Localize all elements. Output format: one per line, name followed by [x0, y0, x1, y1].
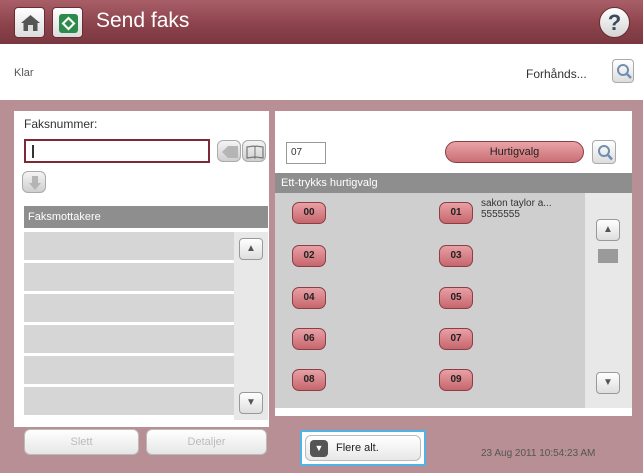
help-icon: ? — [607, 10, 622, 35]
speed-dial-grid: 00 01 sakon taylor a... 5555555 02 03 04… — [275, 193, 585, 408]
more-options-label: Flere alt. — [336, 442, 379, 454]
recipient-row[interactable] — [24, 387, 236, 415]
preview-label[interactable]: Forhånds... — [526, 67, 587, 81]
date-time: 23 Aug 2011 10:54:23 AM — [481, 448, 596, 459]
more-options-inner[interactable]: ▼ Flere alt. — [305, 435, 421, 461]
speed-dial-button[interactable]: Hurtigvalg — [445, 141, 584, 163]
chevron-down-icon: ▼ — [603, 377, 613, 388]
preview-button[interactable] — [612, 59, 634, 83]
title-bar: Send faks ? — [0, 0, 643, 44]
speed-dial-number-input[interactable]: 07 — [286, 142, 326, 164]
fax-number-label: Faksnummer: — [24, 117, 98, 131]
more-options-button[interactable]: ▼ Flere alt. — [300, 430, 426, 466]
one-touch-header: Ett-trykks hurtigvalg — [275, 173, 632, 193]
add-recipient-button[interactable] — [22, 171, 46, 193]
home-icon — [21, 15, 40, 31]
recipient-row[interactable] — [24, 263, 236, 291]
magnifier-icon — [598, 145, 613, 161]
speed-dial-scrollbar[interactable]: ▲ ▼ — [585, 193, 632, 408]
speed-dial-panel: 07 Hurtigvalg Ett-trykks hurtigvalg 00 0… — [275, 111, 632, 416]
chevron-up-icon: ▲ — [603, 224, 613, 235]
recipient-row[interactable] — [24, 294, 236, 322]
chevron-up-icon: ▲ — [246, 243, 256, 254]
recipient-row[interactable] — [24, 325, 236, 353]
recipients-scrollbar[interactable]: ▲ ▼ — [234, 232, 268, 420]
book-icon — [246, 145, 264, 159]
fax-number-input[interactable] — [24, 139, 210, 163]
help-button[interactable]: ? — [599, 7, 630, 38]
delete-button[interactable]: Slett — [24, 429, 139, 455]
speed-dial-key[interactable]: 05 — [439, 287, 473, 309]
phonebook-button[interactable] — [242, 140, 266, 162]
screen: Send faks ? Klar Forhånds... Faksnummer: — [0, 0, 643, 473]
backspace-icon — [222, 146, 238, 158]
details-button[interactable]: Detaljer — [146, 429, 267, 455]
status-text: Klar — [14, 67, 34, 79]
speed-dial-name: sakon taylor a... — [481, 198, 552, 209]
fax-number-panel: Faksnummer: Faksmottakere ▲ ▼ Slett Deta… — [14, 111, 269, 455]
scroll-down-button[interactable]: ▼ — [239, 392, 263, 414]
page-title: Send faks — [96, 9, 190, 32]
speed-dial-key[interactable]: 04 — [292, 287, 326, 309]
scroll-up-button[interactable]: ▲ — [596, 219, 620, 241]
home-button[interactable] — [14, 7, 45, 38]
speed-dial-key[interactable]: 00 — [292, 202, 326, 224]
recipients-header: Faksmottakere — [24, 206, 268, 228]
scroll-down-button[interactable]: ▼ — [596, 372, 620, 394]
backspace-button[interactable] — [217, 140, 241, 162]
send-fax-icon — [59, 14, 78, 33]
speed-dial-key[interactable]: 09 — [439, 369, 473, 391]
speed-dial-search-button[interactable] — [592, 140, 616, 164]
speed-dial-key[interactable]: 07 — [439, 328, 473, 350]
recipient-row[interactable] — [24, 232, 236, 260]
down-arrow-icon — [29, 176, 41, 190]
recipient-row[interactable] — [24, 356, 236, 384]
scroll-thumb[interactable] — [598, 249, 618, 263]
speed-dial-key[interactable]: 06 — [292, 328, 326, 350]
chevron-down-icon: ▼ — [310, 440, 328, 457]
speed-dial-key[interactable]: 03 — [439, 245, 473, 267]
speed-dial-key[interactable]: 01 — [439, 202, 473, 224]
send-fax-icon-box — [52, 7, 83, 38]
chevron-down-icon: ▼ — [246, 397, 256, 408]
speed-dial-key[interactable]: 02 — [292, 245, 326, 267]
speed-dial-key[interactable]: 08 — [292, 369, 326, 391]
speed-dial-phone: 5555555 — [481, 209, 520, 220]
magnifier-icon — [617, 64, 632, 79]
scroll-up-button[interactable]: ▲ — [239, 238, 263, 260]
status-bar: Klar Forhånds... — [0, 44, 643, 100]
text-caret — [32, 145, 34, 158]
